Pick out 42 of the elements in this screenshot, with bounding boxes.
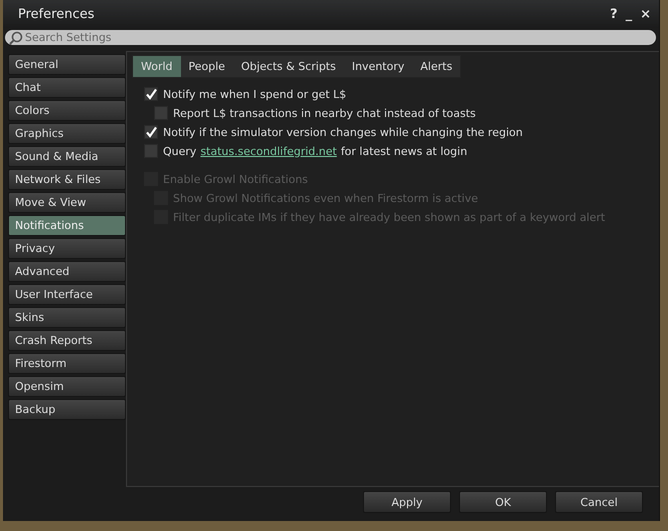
ok-button[interactable]: OK [459, 491, 547, 513]
sidebar-item[interactable]: Advanced [8, 261, 126, 282]
tab[interactable]: World [133, 56, 181, 77]
apply-button[interactable]: Apply [363, 491, 451, 513]
sidebar-item[interactable]: General [8, 54, 126, 75]
window-title: Preferences [18, 6, 94, 22]
sidebar-item[interactable]: Network & Files [8, 169, 126, 190]
checkbox-label: Enable Growl Notifications [163, 172, 308, 186]
sidebar-item[interactable]: Notifications [8, 215, 126, 236]
tab[interactable]: People [180, 56, 234, 77]
tab[interactable]: Alerts [412, 56, 460, 77]
sidebar-item[interactable]: Skins [8, 307, 126, 328]
tab[interactable]: Objects & Scripts [233, 56, 344, 77]
checkbox-label: Show Growl Notifications even when Firestorm is active [173, 192, 478, 204]
sidebar-item[interactable]: Backup [8, 399, 126, 420]
sidebar-item[interactable]: Colors [8, 100, 126, 121]
checkbox-label: Notify if the simulator version changes while changing the region [163, 126, 523, 138]
checkbox[interactable] [144, 87, 158, 101]
checkbox-label: for latest news at login [340, 144, 468, 158]
close-button[interactable]: × [638, 6, 653, 22]
minimize-button[interactable]: _ [624, 6, 634, 22]
sidebar-item[interactable]: Privacy [8, 238, 126, 259]
checkbox[interactable] [144, 125, 158, 139]
checkbox[interactable] [144, 144, 158, 158]
cancel-button[interactable]: Cancel [555, 491, 643, 513]
sidebar-item[interactable]: Firestorm [8, 353, 126, 374]
checkbox-label: Report L$ transactions in nearby chat instead of toasts [173, 106, 476, 120]
sidebar-item[interactable]: Graphics [8, 123, 126, 144]
checkbox-label: Filter duplicate IMs if they have already been shown as part of a keyword alert [173, 210, 606, 224]
sidebar-item[interactable]: Move & View [8, 192, 126, 213]
help-button[interactable]: ? [608, 6, 620, 22]
tab[interactable]: Inventory [344, 56, 412, 77]
search-field[interactable]: Search Settings [5, 30, 656, 45]
sidebar-item[interactable]: Opensim [8, 376, 126, 397]
sidebar-item[interactable]: Chat [8, 77, 126, 98]
sidebar-item[interactable]: User Interface [8, 284, 126, 305]
checkbox-label: Notify me when I spend or get L$ [163, 88, 346, 100]
sidebar-item[interactable]: Crash Reports [8, 330, 126, 351]
sidebar-item[interactable]: Sound & Media [8, 146, 126, 167]
checkbox-label: Query [163, 144, 196, 158]
checkbox[interactable] [154, 106, 168, 120]
status-link[interactable]: status.secondlifegrid.net [200, 144, 337, 158]
